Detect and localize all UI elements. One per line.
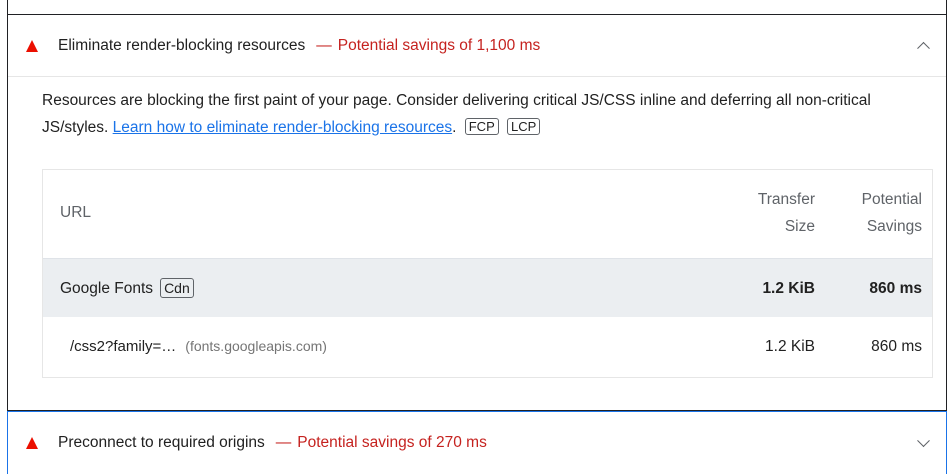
description-end: . — [452, 119, 457, 136]
group-transfer-size: 1.2 KiB — [762, 280, 815, 297]
chevron-down-icon[interactable] — [917, 434, 930, 448]
metric-badge-fcp: FCP — [464, 118, 499, 135]
audit-separator: — — [316, 36, 332, 54]
column-header-transfer-size: Transfer Size — [757, 191, 815, 235]
audit-title: Preconnect to required origins — [58, 434, 265, 451]
entity-name: Google Fonts — [60, 280, 154, 297]
resource-host: (fonts.googleapis.com) — [185, 338, 327, 354]
group-potential-savings: 860 ms — [869, 280, 922, 297]
fail-triangle-icon — [26, 39, 38, 52]
chevron-up-icon[interactable] — [917, 41, 930, 55]
audit-savings: Potential savings of 270 ms — [297, 434, 487, 451]
column-header-url: URL — [60, 204, 92, 221]
audit-separator: — — [275, 434, 292, 451]
audit-header-collapsed[interactable]: Preconnect to required origins — Potenti… — [8, 412, 946, 474]
previous-audit-bottom — [7, 0, 947, 15]
audit-savings: Potential savings of 1,100 ms — [337, 36, 541, 54]
entity-category-badge: Cdn — [160, 278, 194, 298]
fail-triangle-icon — [26, 437, 38, 449]
audit-render-blocking: Eliminate render-blocking resources — Po… — [7, 15, 947, 411]
metric-badge-lcp: LCP — [507, 118, 541, 135]
entity-name-cell: Google Fonts Cdn — [60, 278, 194, 298]
resource-url[interactable]: /css2?family=… — [70, 338, 176, 355]
audit-title: Eliminate render-blocking resources — [58, 36, 306, 54]
column-header-potential-savings: Potential Savings — [861, 191, 922, 235]
row-transfer-size: 1.2 KiB — [765, 338, 815, 355]
audit-description: Resources are blocking the first paint o… — [42, 87, 922, 141]
table-header-row: URL Transfer Size Potential Savings — [43, 170, 932, 258]
audit-preconnect: Preconnect to required origins — Potenti… — [7, 411, 947, 474]
details-table: URL Transfer Size Potential Savings Goog… — [42, 169, 933, 378]
table-row: /css2?family=… (fonts.googleapis.com) 1.2… — [43, 317, 932, 377]
row-potential-savings: 860 ms — [871, 338, 922, 355]
resource-url-cell[interactable]: /css2?family=… (fonts.googleapis.com) — [70, 338, 327, 355]
learn-more-link[interactable]: Learn how to eliminate render-blocking r… — [113, 119, 452, 136]
audit-header[interactable]: Eliminate render-blocking resources — Po… — [8, 15, 946, 77]
table-group-row: Google Fonts Cdn 1.2 KiB 860 ms — [43, 258, 932, 317]
